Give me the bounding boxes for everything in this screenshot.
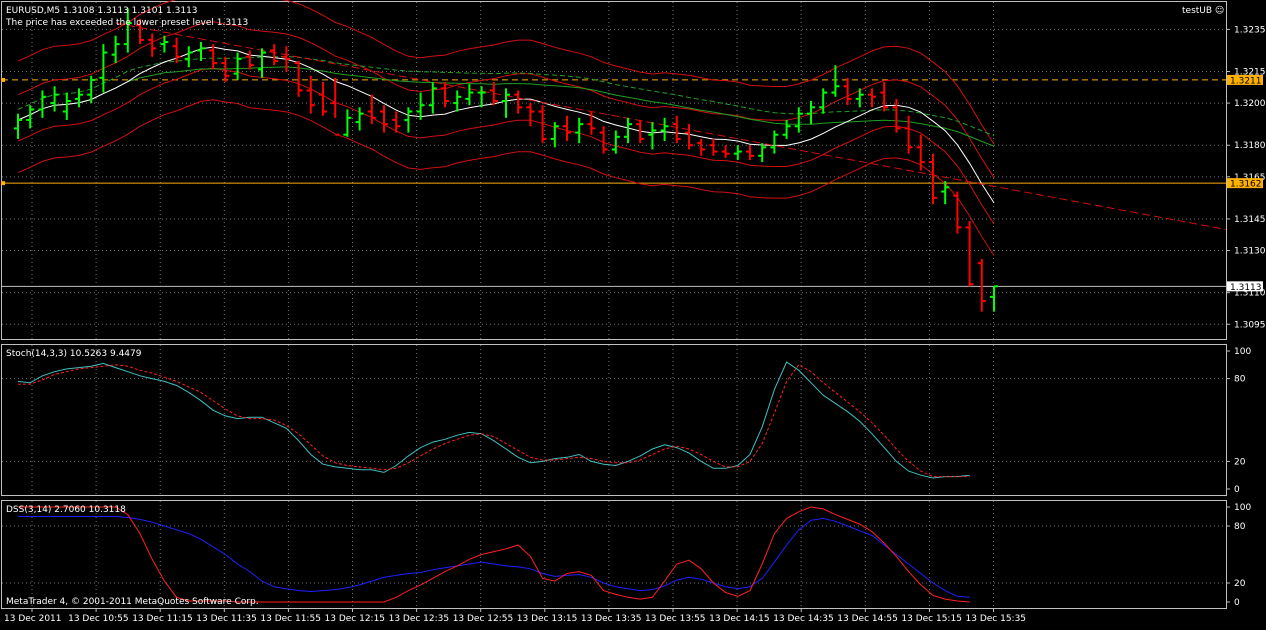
price-tick-label: 1.3180	[1234, 141, 1266, 151]
time-tick-label: 13 Dec 14:15	[709, 614, 770, 624]
dss-tick-label: 80	[1234, 522, 1246, 532]
time-tick-label: 13 Dec 14:35	[773, 614, 834, 624]
price-badge-label: 1.3211	[1230, 76, 1262, 86]
price-badge-label: 1.3113	[1230, 283, 1262, 293]
copyright-text: MetaTrader 4, © 2001-2011 MetaQuotes Sof…	[6, 597, 259, 607]
level-left-marker	[1, 181, 5, 186]
price-tick-label: 1.3095	[1234, 320, 1266, 330]
stoch-indicator-label: Stoch(14,3,3) 10.5263 9.4479	[6, 349, 142, 359]
time-tick-label: 13 Dec 13:55	[645, 614, 706, 624]
level-left-marker	[1, 77, 5, 82]
price-tick-label: 1.3235	[1234, 25, 1266, 35]
symbol-info-line: EURUSD,M5 1.3108 1.3113 1.3101 1.3113	[6, 6, 198, 16]
price-tick-label: 1.3130	[1234, 247, 1266, 257]
stoch-tick-label: 100	[1234, 347, 1251, 357]
time-tick-label: 13 Dec 12:15	[325, 614, 386, 624]
stoch-tick-label: 80	[1234, 375, 1246, 385]
price-tick-label: 1.3200	[1234, 99, 1266, 109]
time-tick-label: 13 Dec 11:35	[196, 614, 257, 624]
time-tick-label: 13 Dec 11:15	[132, 614, 193, 624]
time-tick-label: 13 Dec 2011	[4, 614, 62, 624]
price-badge-label: 1.3162	[1230, 180, 1262, 190]
time-tick-label: 13 Dec 10:55	[68, 614, 129, 624]
expert-advisor-label[interactable]: testUB ☺	[1182, 5, 1224, 16]
time-tick-label: 13 Dec 13:15	[517, 614, 578, 624]
time-tick-label: 13 Dec 15:15	[901, 614, 962, 624]
time-tick-label: 13 Dec 15:35	[966, 614, 1027, 624]
price-tick-label: 1.3145	[1234, 215, 1266, 225]
time-tick-label: 13 Dec 13:35	[581, 614, 642, 624]
dss-tick-label: 100	[1234, 503, 1251, 513]
metatrader-chart-window[interactable]: 1.3235 1.3215 1.3200 1.3180 1.3165 1.3145 1.31…	[0, 0, 1266, 626]
chart-canvas[interactable]: 1.32351.32151.32001.31801.31651.31451.31…	[0, 0, 1266, 626]
dss-tick-label: 0	[1234, 598, 1240, 608]
dss-indicator-label: DSS(3,14) 2.7060 10.3118	[6, 505, 126, 515]
dss-tick-label: 20	[1234, 579, 1246, 589]
time-tick-label: 13 Dec 12:35	[389, 614, 450, 624]
stoch-tick-label: 20	[1234, 457, 1246, 467]
time-tick-label: 13 Dec 14:55	[837, 614, 898, 624]
price-badge-current-price[interactable]: 1.3113	[1227, 281, 1263, 293]
time-tick-label: 13 Dec 12:55	[453, 614, 514, 624]
stoch-tick-label: 0	[1234, 485, 1240, 495]
alert-text: The price has exceeded the lower preset …	[5, 18, 248, 28]
time-tick-label: 13 Dec 11:55	[260, 614, 321, 624]
